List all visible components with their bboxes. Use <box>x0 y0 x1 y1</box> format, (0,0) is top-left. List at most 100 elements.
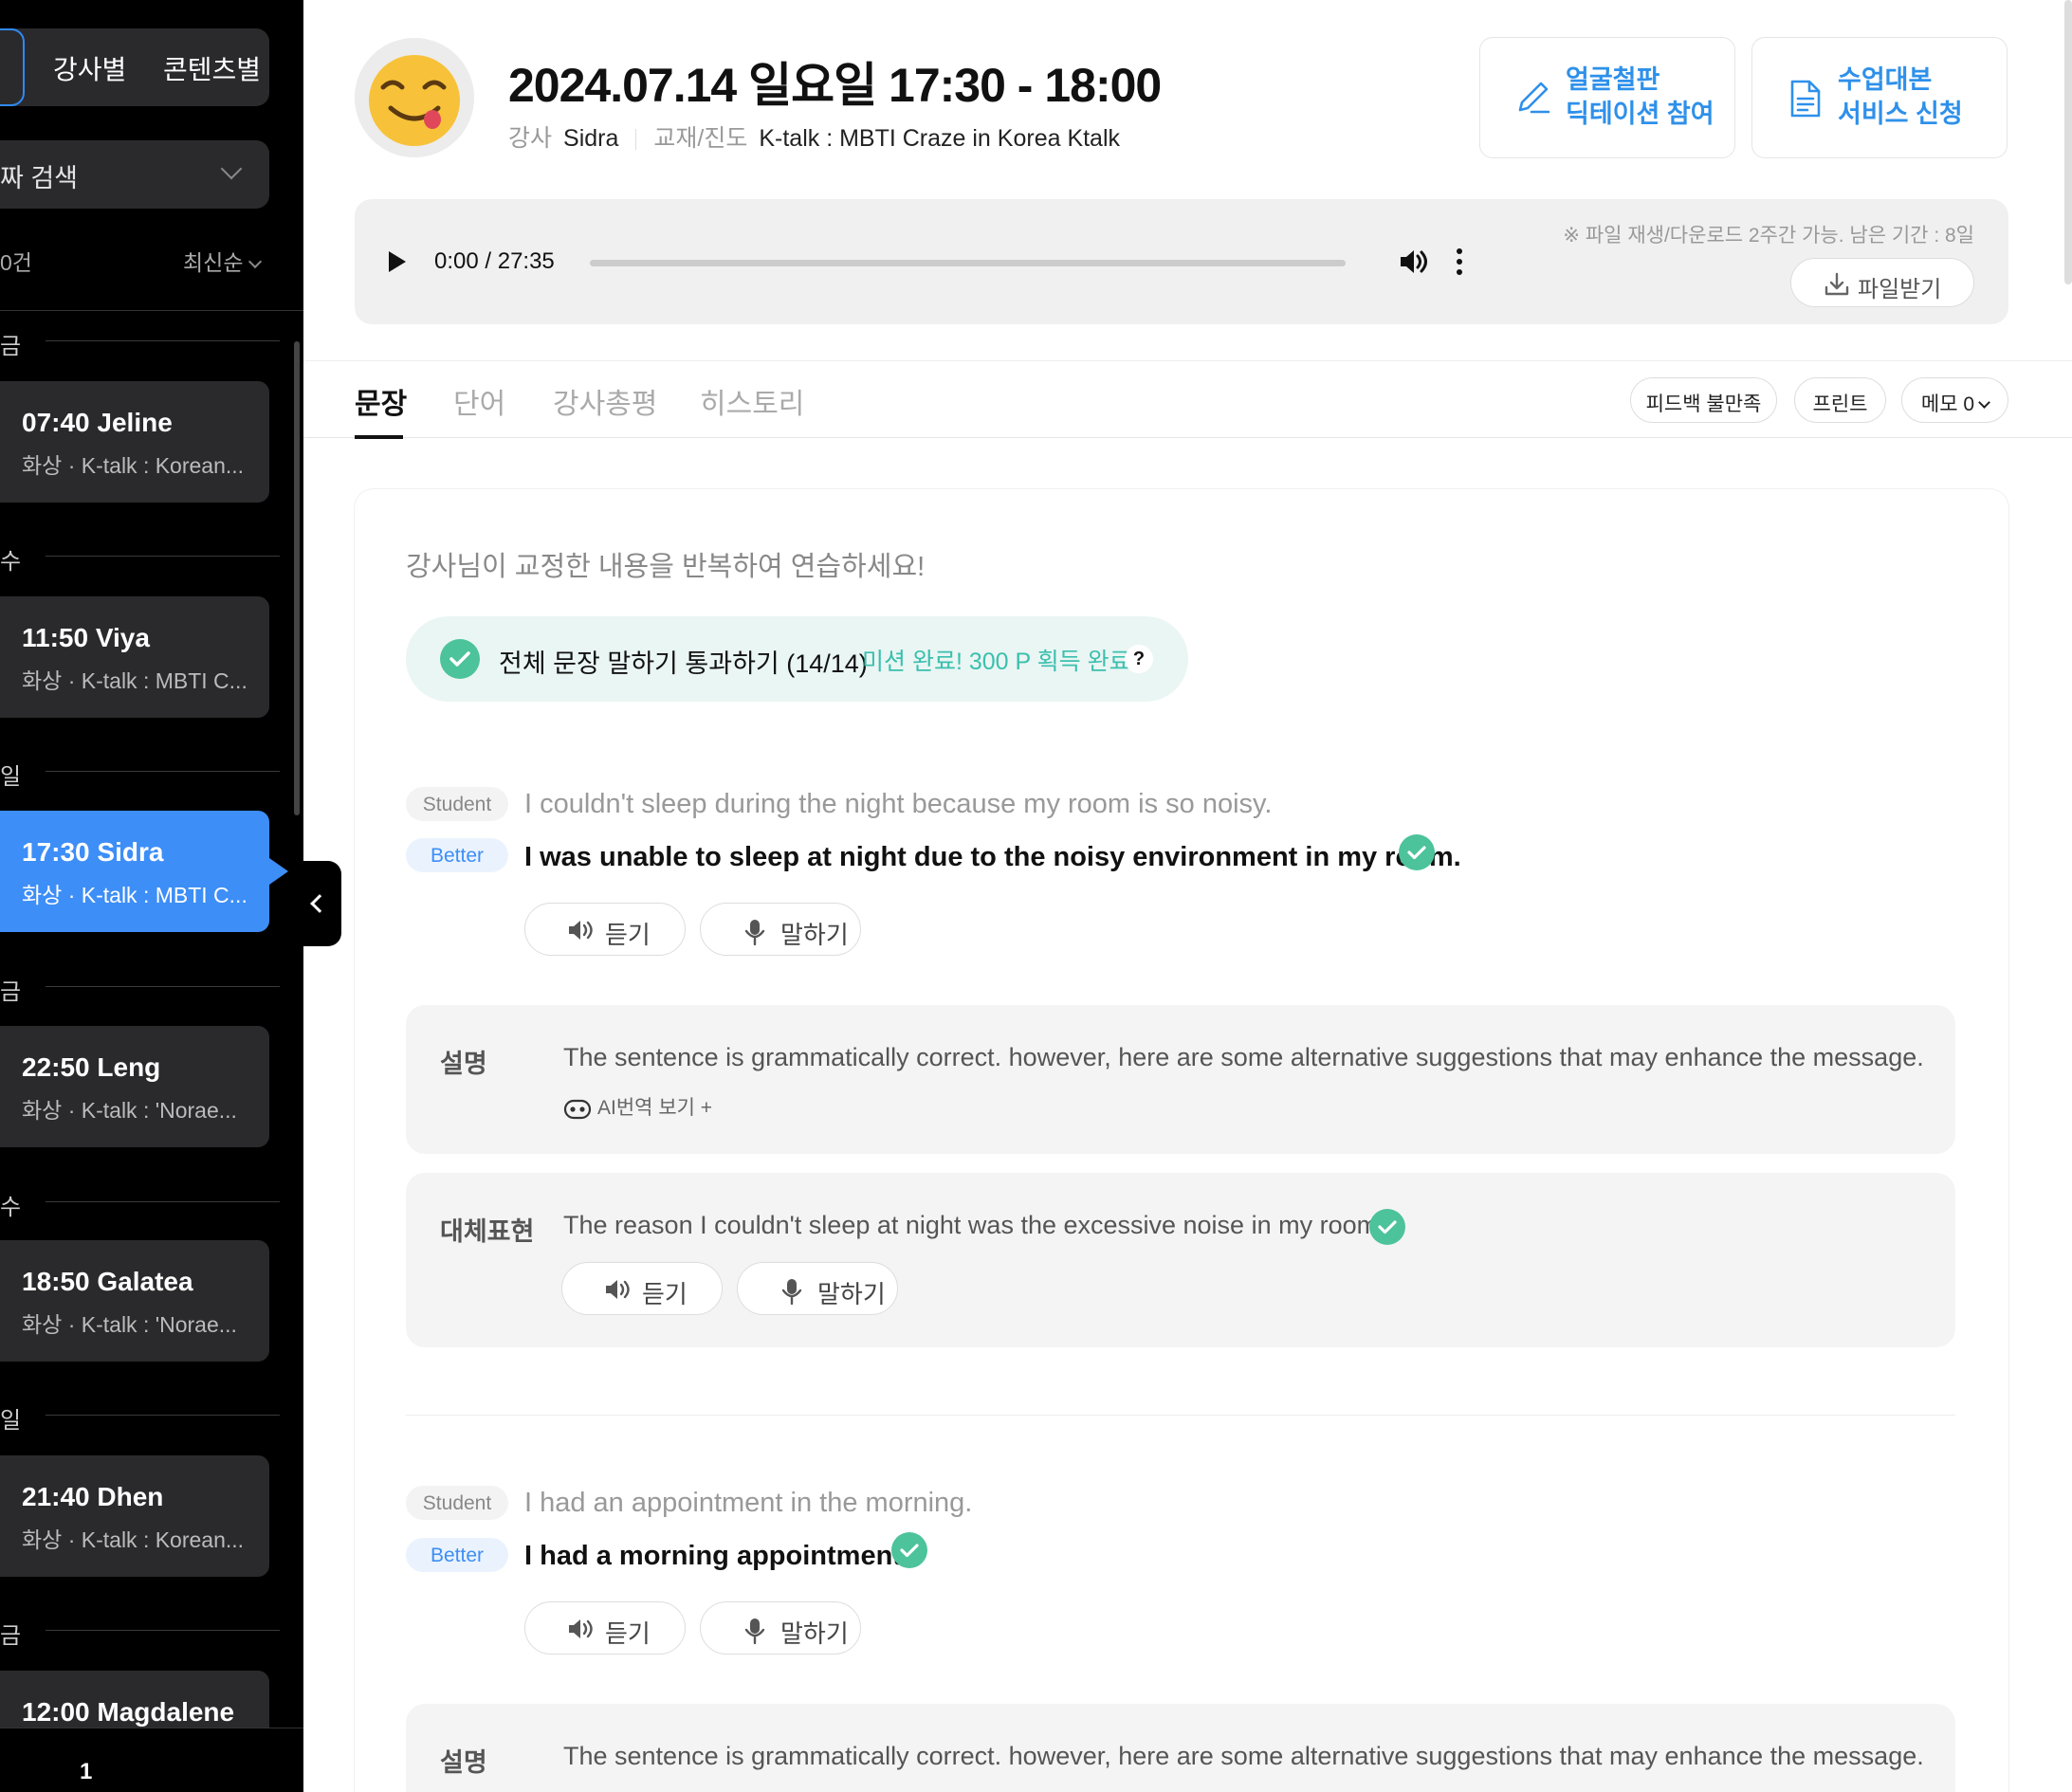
speak-label: 말하기 <box>780 921 849 949</box>
download-notice: ※ 파일 재생/다운로드 2주간 가능. 남은 기간 : 8일 <box>1563 225 1974 247</box>
chevron-left-icon <box>310 894 329 913</box>
microphone-icon <box>744 920 765 946</box>
lesson-title: 21:40 Dhen <box>22 1482 164 1511</box>
instruction-text: 강사님이 교정한 내용을 반복하여 연습하세요! <box>406 552 926 582</box>
robot-icon <box>563 1100 592 1120</box>
page-number[interactable]: 1 <box>80 1759 92 1785</box>
script-service-line2: 서비스 신청 <box>1838 100 1963 128</box>
lesson-card[interactable]: 18:50 Galatea 화상 · K-talk : 'Norae... <box>0 1240 269 1362</box>
sidebar-scrollbar[interactable] <box>294 341 300 815</box>
lesson-title: 18:50 Galatea <box>22 1267 193 1296</box>
listen-button[interactable]: 듣기 <box>524 903 686 956</box>
alternative-box: 대체표현 The reason I couldn't sleep at nigh… <box>406 1173 1955 1347</box>
check-circle-icon <box>891 1532 927 1568</box>
chevron-down-icon <box>1978 396 1990 409</box>
lesson-card[interactable]: 21:40 Dhen 화상 · K-talk : Korean... <box>0 1455 269 1577</box>
day-label: 일 <box>0 1408 22 1434</box>
day-label: 금 <box>0 334 22 359</box>
lesson-title: 12:00 Magdalene <box>22 1697 235 1727</box>
lesson-card-active[interactable]: 17:30 Sidra 화상 · K-talk : MBTI C... <box>0 811 288 932</box>
date-search-label: 짜 검색 <box>0 164 79 192</box>
day-label: 수 <box>0 1195 22 1220</box>
explanation-box: 설명 The sentence is grammatically correct… <box>406 1704 1955 1792</box>
day-header: 금 <box>0 327 280 359</box>
speak-button[interactable]: 말하기 <box>700 903 861 956</box>
day-header: 금 <box>0 973 280 1005</box>
sidebar-tab-by-content[interactable]: 콘텐츠별 <box>163 49 261 87</box>
content-tabs: 문장 단어 강사총평 히스토리 피드백 불만족 프린트 메모 0 <box>303 360 2072 439</box>
check-circle-icon <box>1369 1209 1405 1245</box>
sort-dropdown[interactable]: 최신순 <box>183 245 263 277</box>
memo-button[interactable]: 메모 0 <box>1901 377 2008 423</box>
speaker-icon <box>569 921 593 940</box>
day-label: 금 <box>0 1623 22 1649</box>
print-button[interactable]: 프린트 <box>1794 377 1886 423</box>
day-header: 일 <box>0 758 280 790</box>
page-title: 2024.07.14 일요일 17:30 - 18:00 <box>508 59 1162 112</box>
lesson-title: 22:50 Leng <box>22 1052 161 1082</box>
day-header: 수 <box>0 542 280 575</box>
more-options-icon[interactable] <box>1457 248 1462 280</box>
explanation-text: The sentence is grammatically correct. h… <box>563 1742 1924 1770</box>
speak-label: 말하기 <box>817 1280 886 1308</box>
lesson-meta: 강사 Sidra 교재/진도 K-talk : MBTI Craze in Korea… <box>508 119 1120 154</box>
lesson-card[interactable]: 07:40 Jeline 화상 · K-talk : Korean... <box>0 381 269 503</box>
script-service-line1: 수업대본 <box>1838 65 1933 94</box>
lesson-count: 0건 <box>0 250 32 275</box>
tab-teacher-review[interactable]: 강사총평 <box>553 380 657 422</box>
face-dictation-button[interactable]: 얼굴철판 딕테이션 참여 <box>1479 37 1735 158</box>
sidebar-collapse-button[interactable] <box>302 861 341 946</box>
document-icon <box>1790 80 1821 118</box>
chevron-down-icon <box>248 254 263 269</box>
better-tag: Better <box>406 1538 508 1572</box>
print-label: 프린트 <box>1812 393 1868 415</box>
lesson-title: 07:40 Jeline <box>22 408 173 437</box>
speak-label: 말하기 <box>780 1619 849 1648</box>
lesson-card[interactable]: 11:50 Viya 화상 · K-talk : MBTI C... <box>0 596 269 718</box>
sidebar-tab-by-teacher[interactable]: 강사별 <box>53 49 126 87</box>
chevron-down-icon <box>220 157 243 180</box>
memo-label: 메모 0 <box>1920 393 1975 415</box>
volume-icon[interactable] <box>1398 247 1428 277</box>
lesson-subtitle: 화상 · K-talk : 'Norae... <box>22 1098 237 1123</box>
microphone-icon <box>744 1618 765 1645</box>
lesson-subtitle: 화상 · K-talk : Korean... <box>22 453 245 478</box>
page-scrollbar[interactable] <box>2064 0 2072 284</box>
audio-time: 0:00 / 27:35 <box>434 248 555 274</box>
script-service-button[interactable]: 수업대본서비스 신청 <box>1751 37 2008 158</box>
download-label: 파일받기 <box>1858 277 1942 302</box>
face-dictation-line1: 얼굴철판 <box>1566 65 1660 94</box>
feedback-button[interactable]: 피드백 불만족 <box>1630 377 1777 423</box>
student-tag: Student <box>406 1486 508 1520</box>
play-icon[interactable] <box>389 251 406 272</box>
lesson-subtitle: 화상 · K-talk : MBTI C... <box>22 668 248 693</box>
listen-button[interactable]: 듣기 <box>524 1601 686 1655</box>
sidebar-tab-date[interactable] <box>0 28 25 106</box>
teacher-label: 강사 <box>508 125 553 152</box>
student-sentence: I couldn't sleep during the night becaus… <box>524 789 1273 819</box>
audio-progress-bar[interactable] <box>590 260 1346 266</box>
speak-button[interactable]: 말하기 <box>700 1601 861 1655</box>
mission-banner: 전체 문장 말하기 통과하기 (14/14) 미션 완료! 300 P 획득 완… <box>406 616 1188 702</box>
audio-player: 0:00 / 27:35 ※ 파일 재생/다운로드 2주간 가능. 남은 기간 … <box>355 199 2008 324</box>
sidebar-tab-group: 강사별 콘텐츠별 <box>0 28 269 106</box>
ai-translate-toggle[interactable]: AI번역 보기 + <box>563 1092 712 1121</box>
speaker-icon <box>606 1280 630 1299</box>
material-label: 교재/진도 <box>653 125 748 152</box>
tab-words[interactable]: 단어 <box>453 380 505 422</box>
speak-button[interactable]: 말하기 <box>737 1262 898 1315</box>
date-search-select[interactable]: 짜 검색 <box>0 140 269 209</box>
mission-complete-text: 미션 완료! 300 P 획득 완료 <box>862 649 1131 675</box>
lesson-card[interactable]: 22:50 Leng 화상 · K-talk : 'Norae... <box>0 1026 269 1147</box>
help-icon[interactable]: ? <box>1125 645 1153 673</box>
download-button[interactable]: 파일받기 <box>1790 258 1974 307</box>
listen-label: 듣기 <box>642 1280 688 1308</box>
alternative-label: 대체표현 <box>440 1217 535 1246</box>
listen-button[interactable]: 듣기 <box>561 1262 723 1315</box>
tab-sentences[interactable]: 문장 <box>355 380 407 422</box>
alternative-text: The reason I couldn't sleep at night was… <box>563 1211 1385 1239</box>
day-header: 수 <box>0 1188 280 1220</box>
lesson-subtitle: 화상 · K-talk : Korean... <box>22 1527 245 1552</box>
tab-history[interactable]: 히스토리 <box>700 380 804 422</box>
divider <box>0 310 303 311</box>
